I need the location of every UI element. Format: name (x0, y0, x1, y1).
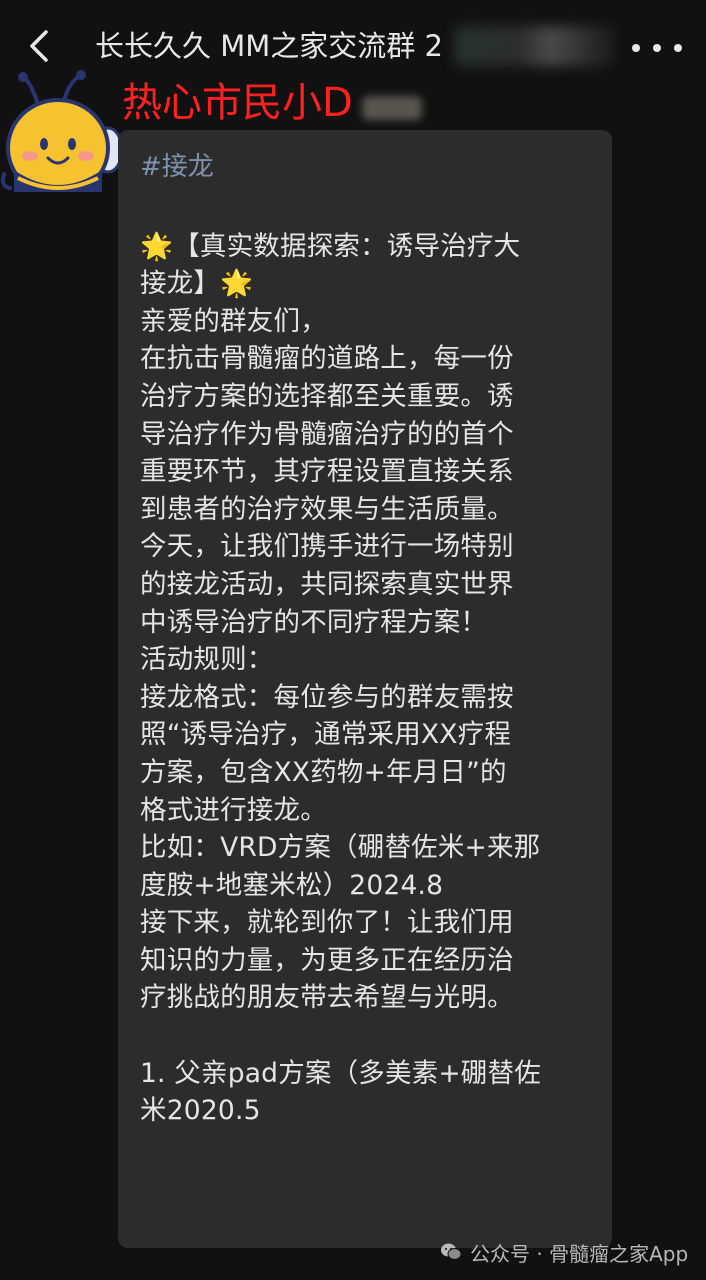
message-line: 的接龙活动，共同探索真实世界 (140, 568, 514, 600)
redacted-region (455, 26, 615, 66)
message-line: 🌟【真实数据探索：诱导治疗大 (140, 230, 521, 262)
message-line: 中诱导治疗的不同疗程方案！ (140, 606, 488, 638)
message-line: 格式进行接龙。 (140, 794, 327, 826)
message-line: 方案，包含XX药物+年月日”的 (140, 756, 507, 788)
hashtag-link[interactable]: #接龙 (140, 144, 588, 190)
message-line: 比如：VRD方案（硼替佐米+来那 (140, 832, 541, 864)
more-dot (674, 44, 682, 52)
entry-line: 米2020.5 (140, 1095, 261, 1127)
message-line: 疗挑战的朋友带去希望与光明。 (140, 982, 514, 1014)
entry-line: 1. 父亲pad方案（多美素+硼替佐 (140, 1057, 541, 1089)
back-button[interactable] (22, 26, 58, 66)
redacted-region (362, 96, 422, 120)
message-line: 导治疗作为骨髓瘤治疗的的首个 (140, 418, 514, 450)
message-bubble[interactable]: #接龙 🌟【真实数据探索：诱导治疗大 接龙】🌟 亲爱的群友们， 在抗击骨髓瘤的道… (118, 130, 612, 1248)
more-options-button[interactable] (632, 30, 682, 66)
wechat-official-account-icon (441, 1243, 462, 1260)
message-line: 亲爱的群友们， (140, 305, 327, 337)
message-line: 活动规则： (140, 644, 274, 676)
avatar[interactable] (0, 70, 122, 192)
message-line: 治疗方案的选择都至关重要。诱 (140, 380, 514, 412)
more-dot (632, 44, 640, 52)
watermark: 公众号 · 骨髓瘤之家App (440, 1236, 688, 1268)
sender-name: 热心市民小D (122, 80, 353, 126)
chat-title: 长长久久 MM之家交流群 2 (95, 29, 443, 63)
message-line: 到患者的治疗效果与生活质量。 (140, 493, 514, 525)
message-line: 接龙】🌟 (140, 268, 254, 300)
message-line: 度胺+地塞米松）2024.8 (140, 869, 444, 901)
message-line: 重要环节，其疗程设置直接关系 (140, 456, 514, 488)
message-line: 知识的力量，为更多正在经历治 (140, 944, 514, 976)
chevron-left-icon (30, 30, 48, 62)
message-line: 接下来，就轮到你了！让我们用 (140, 907, 514, 939)
message-line: 接龙格式：每位参与的群友需按 (140, 681, 514, 713)
message-line: 在抗击骨髓瘤的道路上，每一份 (140, 343, 514, 375)
message-line: 照“诱导治疗，通常采用XX疗程 (140, 719, 512, 751)
bee-avatar-icon (0, 70, 122, 192)
watermark-text: 公众号 · 骨髓瘤之家App (470, 1241, 689, 1266)
message-line: 今天，让我们携手进行一场特别 (140, 531, 514, 563)
message-text: 🌟【真实数据探索：诱导治疗大 接龙】🌟 亲爱的群友们， 在抗击骨髓瘤的道路上，每… (140, 228, 588, 1130)
more-dot (653, 44, 661, 52)
